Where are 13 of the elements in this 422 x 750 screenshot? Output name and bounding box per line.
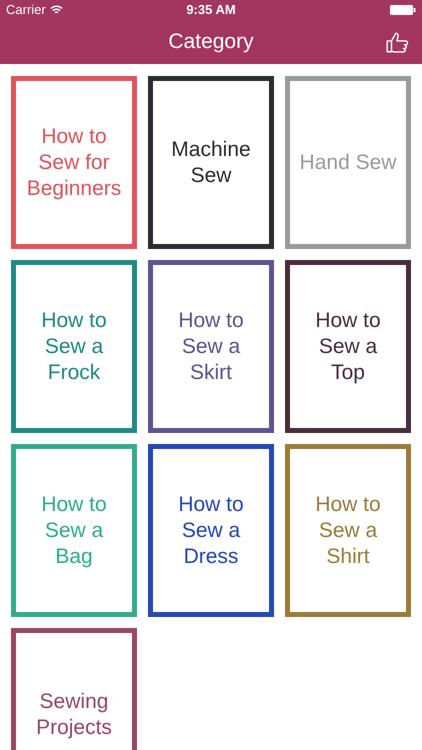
battery-icon	[390, 5, 416, 15]
wifi-icon	[50, 5, 63, 15]
category-tile[interactable]: How to Sew a Skirt	[148, 260, 274, 433]
clock-time: 9:35 AM	[186, 1, 236, 20]
page-title: Category	[168, 29, 254, 56]
category-tile[interactable]: How to Sew a Frock	[11, 260, 137, 433]
category-tile[interactable]: How to Sew for Beginners	[11, 76, 137, 249]
carrier-label: Carrier	[6, 1, 46, 20]
category-tile[interactable]: How to Sew a Dress	[148, 444, 274, 617]
category-tile[interactable]: Machine Sew	[148, 76, 274, 249]
category-tile[interactable]: How to Sew a Shirt	[285, 444, 411, 617]
category-tile[interactable]: How to Sew a Top	[285, 260, 411, 433]
category-tile[interactable]: Sewing Projects	[11, 628, 137, 750]
